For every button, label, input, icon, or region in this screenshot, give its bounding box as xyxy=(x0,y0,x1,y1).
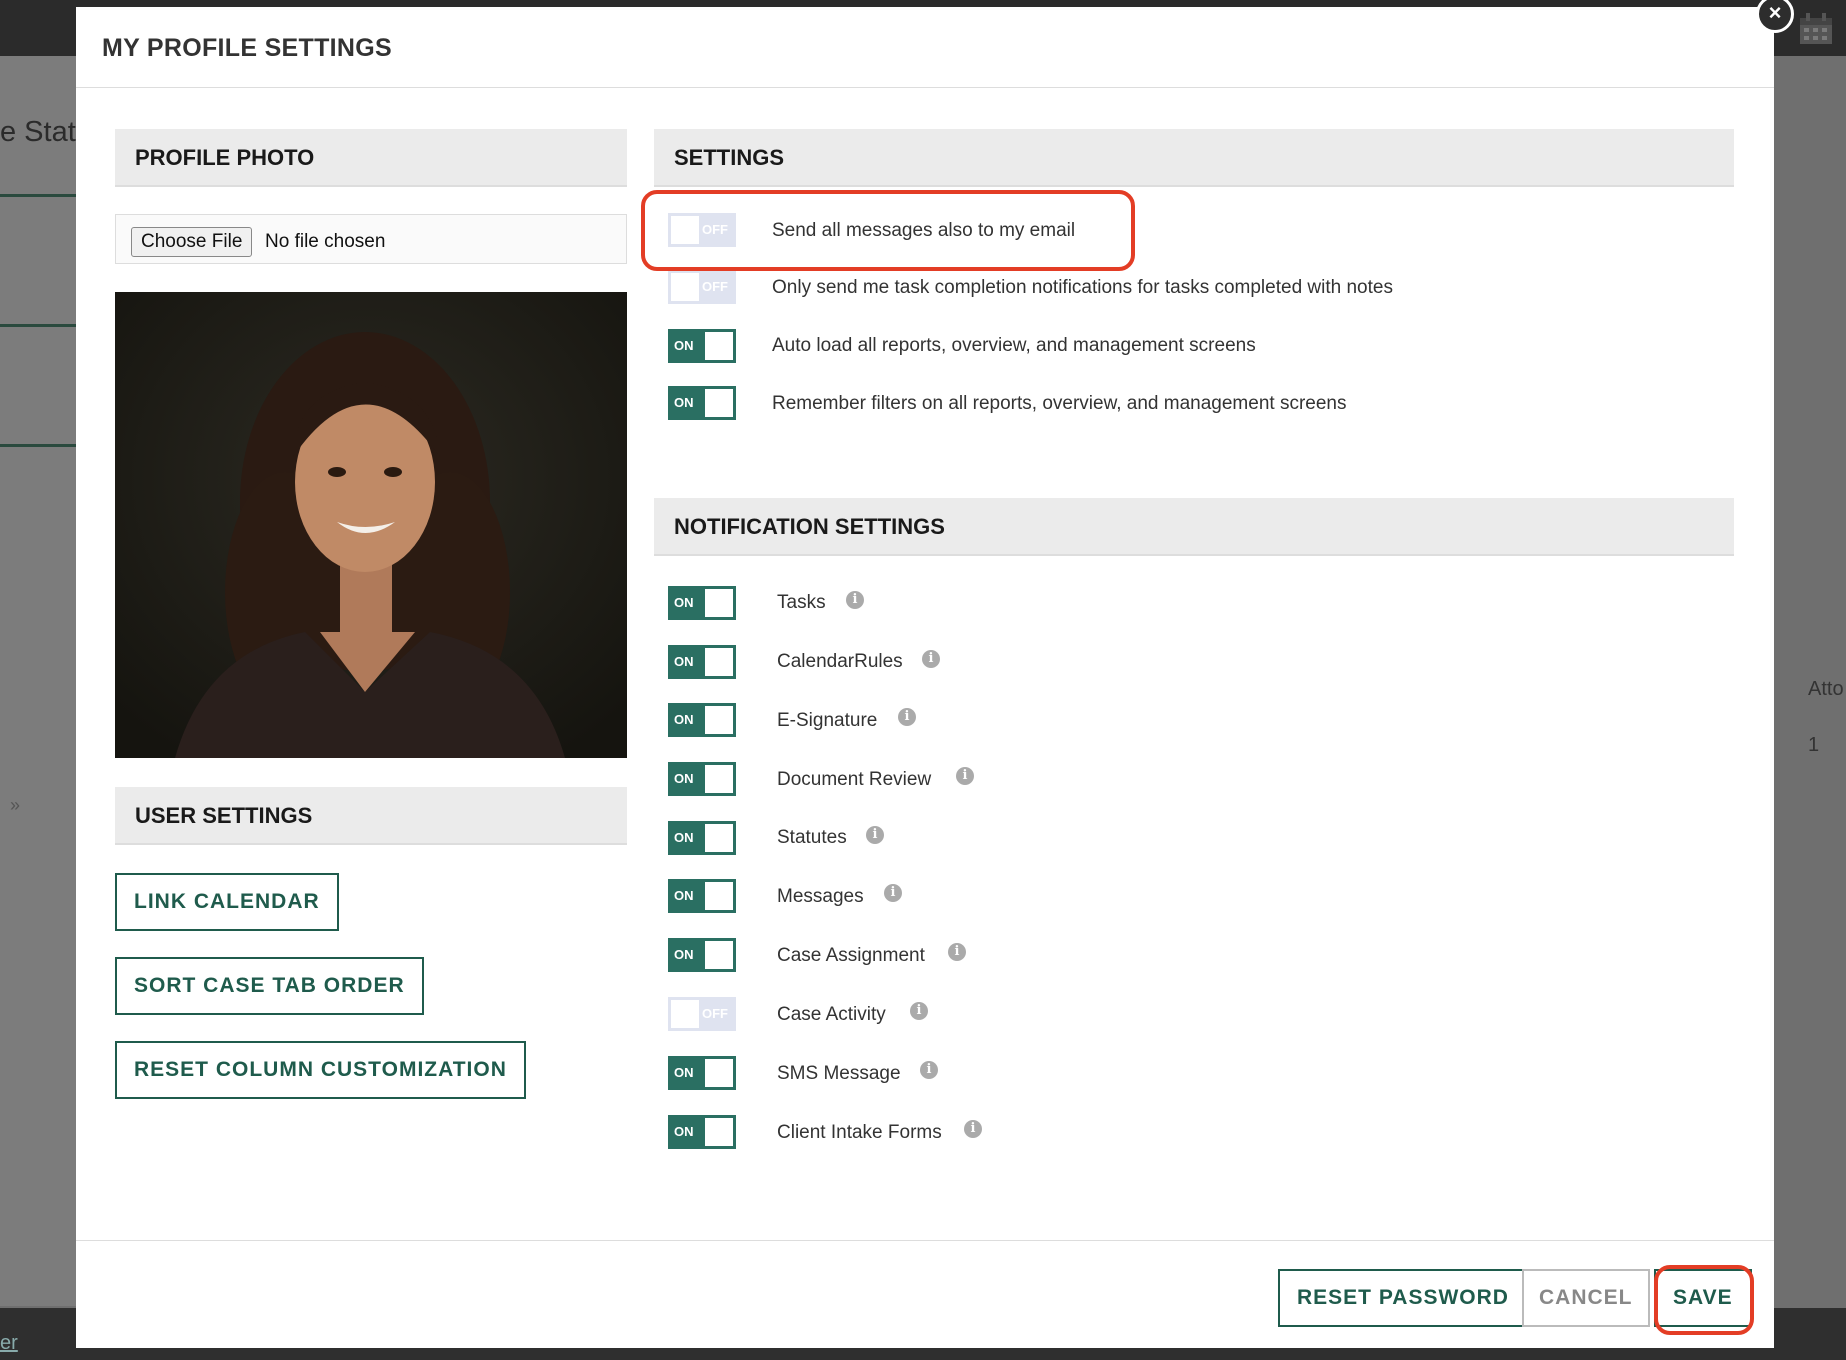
toggle-state: ON xyxy=(674,771,694,786)
background-divider xyxy=(0,324,80,327)
info-icon[interactable]: i xyxy=(922,650,940,668)
toggle-case-assignment[interactable]: ON xyxy=(668,938,736,972)
setting-label: Auto load all reports, overview, and man… xyxy=(772,335,1256,356)
background-divider xyxy=(0,194,80,197)
file-upload-field: Choose File No file chosen xyxy=(115,214,627,264)
notification-label: Statutes xyxy=(777,827,847,848)
info-icon[interactable]: i xyxy=(910,1002,928,1020)
toggle-state: ON xyxy=(674,1065,694,1080)
link-calendar-button[interactable]: LINK CALENDAR xyxy=(115,873,339,931)
toggle-e-signature[interactable]: ON xyxy=(668,703,736,737)
toggle-case-activity[interactable]: OFF xyxy=(668,997,736,1031)
profile-photo xyxy=(115,292,627,758)
notification-label: Tasks xyxy=(777,592,826,613)
info-icon[interactable]: i xyxy=(898,708,916,726)
notification-label: CalendarRules xyxy=(777,651,903,672)
setting-label: Remember filters on all reports, overvie… xyxy=(772,393,1347,414)
highlight-annotation xyxy=(641,190,1135,271)
setting-label: Only send me task completion notificatio… xyxy=(772,277,1393,298)
user-settings-heading: USER SETTINGS xyxy=(115,787,627,845)
highlight-annotation xyxy=(1654,1265,1754,1335)
toggle-document-review[interactable]: ON xyxy=(668,762,736,796)
background-left-panel xyxy=(0,56,80,1306)
notification-label: SMS Message xyxy=(777,1063,901,1084)
background-column-header: Atto xyxy=(1808,678,1844,700)
toggle-client-intake-forms[interactable]: ON xyxy=(668,1115,736,1149)
info-icon[interactable]: i xyxy=(956,767,974,785)
calendar-icon xyxy=(1800,13,1832,44)
info-icon[interactable]: i xyxy=(964,1120,982,1138)
notification-label: Document Review xyxy=(777,769,932,790)
toggle-state: OFF xyxy=(702,1006,728,1021)
info-icon[interactable]: i xyxy=(846,591,864,609)
toggle-state: ON xyxy=(674,830,694,845)
toggle-state: ON xyxy=(674,888,694,903)
notification-label: E-Signature xyxy=(777,710,878,731)
sort-case-tab-order-button[interactable]: SORT CASE TAB ORDER xyxy=(115,957,424,1015)
background-chevron-icon: » xyxy=(10,795,21,815)
footer-divider xyxy=(76,1240,1774,1241)
toggle-tasks[interactable]: ON xyxy=(668,586,736,620)
reset-column-customization-button[interactable]: RESET COLUMN CUSTOMIZATION xyxy=(115,1041,526,1099)
toggle-state: ON xyxy=(674,712,694,727)
toggle-state: OFF xyxy=(702,279,728,294)
toggle-sms-message[interactable]: ON xyxy=(668,1056,736,1090)
modal-header: MY PROFILE SETTINGS xyxy=(76,7,1774,88)
settings-heading: SETTINGS xyxy=(654,129,1734,187)
profile-settings-modal: MY PROFILE SETTINGS × PROFILE PHOTO Choo… xyxy=(76,0,1794,1348)
toggle-state: ON xyxy=(674,595,694,610)
choose-file-button[interactable]: Choose File xyxy=(131,227,253,257)
toggle-statutes[interactable]: ON xyxy=(668,821,736,855)
background-bottom-link: er xyxy=(0,1332,18,1354)
background-cell-value: 1 xyxy=(1808,734,1820,756)
toggle-state: ON xyxy=(674,947,694,962)
toggle-task-completion-notes[interactable]: OFF xyxy=(668,270,736,304)
toggle-messages[interactable]: ON xyxy=(668,879,736,913)
info-icon[interactable]: i xyxy=(866,826,884,844)
file-status-text: No file chosen xyxy=(265,231,386,252)
profile-photo-heading: PROFILE PHOTO xyxy=(115,129,627,187)
reset-password-button[interactable]: RESET PASSWORD xyxy=(1278,1269,1528,1327)
toggle-state: ON xyxy=(674,338,694,353)
notification-label: Case Assignment xyxy=(777,945,925,966)
toggle-state: ON xyxy=(674,395,694,410)
info-icon[interactable]: i xyxy=(948,943,966,961)
notification-label: Case Activity xyxy=(777,1004,886,1025)
notification-settings-heading: NOTIFICATION SETTINGS xyxy=(654,498,1734,556)
toggle-remember-filters[interactable]: ON xyxy=(668,386,736,420)
toggle-state: ON xyxy=(674,1124,694,1139)
notification-label: Client Intake Forms xyxy=(777,1122,942,1143)
toggle-state: ON xyxy=(674,654,694,669)
toggle-calendarrules[interactable]: ON xyxy=(668,645,736,679)
cancel-button[interactable]: CANCEL xyxy=(1522,1269,1650,1327)
notification-label: Messages xyxy=(777,886,864,907)
info-icon[interactable]: i xyxy=(884,884,902,902)
modal-title: MY PROFILE SETTINGS xyxy=(102,34,392,62)
background-divider xyxy=(0,444,80,447)
toggle-auto-load-reports[interactable]: ON xyxy=(668,329,736,363)
info-icon[interactable]: i xyxy=(920,1061,938,1079)
